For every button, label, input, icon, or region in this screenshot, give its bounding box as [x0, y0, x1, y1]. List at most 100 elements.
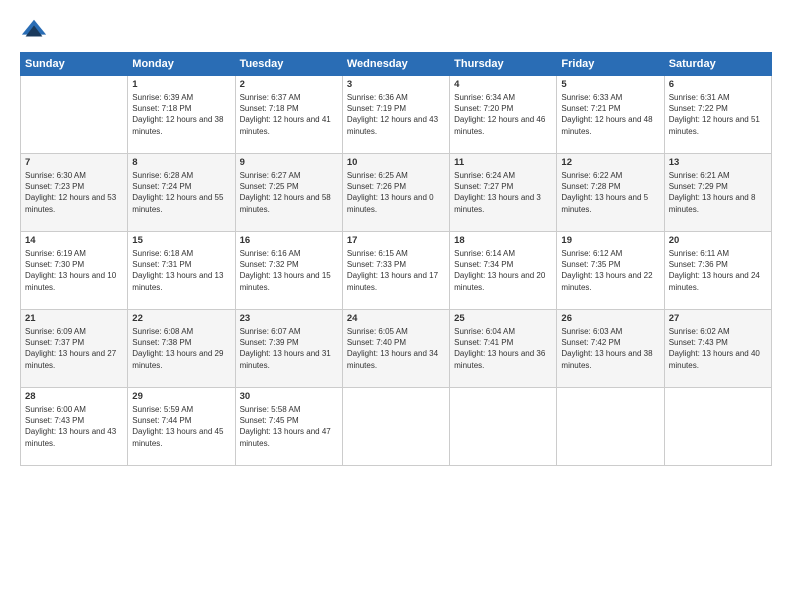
day-number: 5 [561, 79, 659, 90]
calendar-cell: 4 Sunrise: 6:34 AMSunset: 7:20 PMDaylight… [450, 76, 557, 154]
day-info: Sunrise: 6:37 AMSunset: 7:18 PMDaylight:… [240, 92, 338, 137]
day-info: Sunrise: 6:24 AMSunset: 7:27 PMDaylight:… [454, 170, 552, 215]
day-number: 21 [25, 313, 123, 324]
calendar-week-row-4: 21 Sunrise: 6:09 AMSunset: 7:37 PMDayligh… [21, 310, 772, 388]
calendar-cell: 3 Sunrise: 6:36 AMSunset: 7:19 PMDaylight… [342, 76, 449, 154]
calendar-week-row-2: 7 Sunrise: 6:30 AMSunset: 7:23 PMDaylight… [21, 154, 772, 232]
day-number: 28 [25, 391, 123, 402]
day-info: Sunrise: 6:30 AMSunset: 7:23 PMDaylight:… [25, 170, 123, 215]
day-number: 11 [454, 157, 552, 168]
page: Sunday Monday Tuesday Wednesday Thursday… [0, 0, 792, 612]
calendar-cell: 1 Sunrise: 6:39 AMSunset: 7:18 PMDaylight… [128, 76, 235, 154]
day-number: 8 [132, 157, 230, 168]
logo [20, 16, 52, 44]
header-wednesday: Wednesday [342, 53, 449, 76]
day-number: 25 [454, 313, 552, 324]
day-number: 29 [132, 391, 230, 402]
calendar-cell: 20 Sunrise: 6:11 AMSunset: 7:36 PMDayligh… [664, 232, 771, 310]
calendar-cell: 14Sunrise: 6:19 AMSunset: 7:30 PMDayligh… [21, 232, 128, 310]
calendar-cell: 23 Sunrise: 6:07 AMSunset: 7:39 PMDayligh… [235, 310, 342, 388]
day-number: 6 [669, 79, 767, 90]
day-number: 23 [240, 313, 338, 324]
calendar-cell: 28 Sunrise: 6:00 AMSunset: 7:43 PMDayligh… [21, 388, 128, 466]
day-info: Sunrise: 6:05 AMSunset: 7:40 PMDaylight:… [347, 326, 445, 371]
day-number: 18 [454, 235, 552, 246]
calendar-cell: 27Sunrise: 6:02 AMSunset: 7:43 PMDayligh… [664, 310, 771, 388]
day-number: 15 [132, 235, 230, 246]
day-info: Sunrise: 6:15 AMSunset: 7:33 PMDaylight:… [347, 248, 445, 293]
day-info: Sunrise: 6:03 AMSunset: 7:42 PMDaylight:… [561, 326, 659, 371]
header-sunday: Sunday [21, 53, 128, 76]
day-info: Sunrise: 6:27 AMSunset: 7:25 PMDaylight:… [240, 170, 338, 215]
day-info: Sunrise: 6:04 AMSunset: 7:41 PMDaylight:… [454, 326, 552, 371]
day-info: Sunrise: 5:58 AMSunset: 7:45 PMDaylight:… [240, 404, 338, 449]
calendar-cell [450, 388, 557, 466]
calendar-cell [664, 388, 771, 466]
calendar-table: Sunday Monday Tuesday Wednesday Thursday… [20, 52, 772, 466]
header-friday: Friday [557, 53, 664, 76]
calendar-cell: 17 Sunrise: 6:15 AMSunset: 7:33 PMDayligh… [342, 232, 449, 310]
day-number: 7 [25, 157, 123, 168]
day-info: Sunrise: 6:36 AMSunset: 7:19 PMDaylight:… [347, 92, 445, 137]
day-info: Sunrise: 6:31 AMSunset: 7:22 PMDaylight:… [669, 92, 767, 137]
day-info: Sunrise: 6:22 AMSunset: 7:28 PMDaylight:… [561, 170, 659, 215]
day-number: 17 [347, 235, 445, 246]
day-info: Sunrise: 6:19 AMSunset: 7:30 PMDaylight:… [25, 248, 123, 293]
calendar-cell: 13Sunrise: 6:21 AMSunset: 7:29 PMDayligh… [664, 154, 771, 232]
calendar-cell: 7 Sunrise: 6:30 AMSunset: 7:23 PMDaylight… [21, 154, 128, 232]
day-info: Sunrise: 6:33 AMSunset: 7:21 PMDaylight:… [561, 92, 659, 137]
header-thursday: Thursday [450, 53, 557, 76]
calendar-cell: 29Sunrise: 5:59 AMSunset: 7:44 PMDayligh… [128, 388, 235, 466]
day-info: Sunrise: 6:18 AMSunset: 7:31 PMDaylight:… [132, 248, 230, 293]
day-info: Sunrise: 6:07 AMSunset: 7:39 PMDaylight:… [240, 326, 338, 371]
day-info: Sunrise: 6:34 AMSunset: 7:20 PMDaylight:… [454, 92, 552, 137]
header-tuesday: Tuesday [235, 53, 342, 76]
calendar-cell: 15 Sunrise: 6:18 AMSunset: 7:31 PMDayligh… [128, 232, 235, 310]
header-monday: Monday [128, 53, 235, 76]
header-saturday: Saturday [664, 53, 771, 76]
calendar-cell: 10 Sunrise: 6:25 AMSunset: 7:26 PMDayligh… [342, 154, 449, 232]
day-number: 9 [240, 157, 338, 168]
calendar-week-row-5: 28 Sunrise: 6:00 AMSunset: 7:43 PMDayligh… [21, 388, 772, 466]
calendar-cell: 8Sunrise: 6:28 AMSunset: 7:24 PMDaylight… [128, 154, 235, 232]
calendar-body: 1 Sunrise: 6:39 AMSunset: 7:18 PMDaylight… [21, 76, 772, 466]
calendar-cell: 22 Sunrise: 6:08 AMSunset: 7:38 PMDayligh… [128, 310, 235, 388]
calendar-cell: 24 Sunrise: 6:05 AMSunset: 7:40 PMDayligh… [342, 310, 449, 388]
day-info: Sunrise: 6:39 AMSunset: 7:18 PMDaylight:… [132, 92, 230, 137]
calendar-cell: 21 Sunrise: 6:09 AMSunset: 7:37 PMDayligh… [21, 310, 128, 388]
calendar-cell: 6 Sunrise: 6:31 AMSunset: 7:22 PMDaylight… [664, 76, 771, 154]
day-number: 19 [561, 235, 659, 246]
day-number: 10 [347, 157, 445, 168]
day-number: 4 [454, 79, 552, 90]
calendar-cell: 16 Sunrise: 6:16 AMSunset: 7:32 PMDayligh… [235, 232, 342, 310]
day-number: 24 [347, 313, 445, 324]
day-info: Sunrise: 6:09 AMSunset: 7:37 PMDaylight:… [25, 326, 123, 371]
day-number: 26 [561, 313, 659, 324]
day-info: Sunrise: 6:12 AMSunset: 7:35 PMDaylight:… [561, 248, 659, 293]
day-number: 22 [132, 313, 230, 324]
calendar-cell: 25 Sunrise: 6:04 AMSunset: 7:41 PMDayligh… [450, 310, 557, 388]
day-number: 1 [132, 79, 230, 90]
calendar-cell [557, 388, 664, 466]
day-info: Sunrise: 6:08 AMSunset: 7:38 PMDaylight:… [132, 326, 230, 371]
calendar-cell [342, 388, 449, 466]
day-info: Sunrise: 6:02 AMSunset: 7:43 PMDaylight:… [669, 326, 767, 371]
day-number: 12 [561, 157, 659, 168]
day-info: Sunrise: 6:11 AMSunset: 7:36 PMDaylight:… [669, 248, 767, 293]
day-info: Sunrise: 6:00 AMSunset: 7:43 PMDaylight:… [25, 404, 123, 449]
day-number: 20 [669, 235, 767, 246]
calendar-cell: 12 Sunrise: 6:22 AMSunset: 7:28 PMDayligh… [557, 154, 664, 232]
calendar-cell: 30Sunrise: 5:58 AMSunset: 7:45 PMDayligh… [235, 388, 342, 466]
day-number: 13 [669, 157, 767, 168]
day-info: Sunrise: 6:25 AMSunset: 7:26 PMDaylight:… [347, 170, 445, 215]
header [20, 16, 772, 44]
calendar-cell: 5 Sunrise: 6:33 AMSunset: 7:21 PMDaylight… [557, 76, 664, 154]
day-info: Sunrise: 6:14 AMSunset: 7:34 PMDaylight:… [454, 248, 552, 293]
calendar-week-row-3: 14Sunrise: 6:19 AMSunset: 7:30 PMDayligh… [21, 232, 772, 310]
day-info: Sunrise: 6:16 AMSunset: 7:32 PMDaylight:… [240, 248, 338, 293]
calendar-cell: 19 Sunrise: 6:12 AMSunset: 7:35 PMDayligh… [557, 232, 664, 310]
day-number: 3 [347, 79, 445, 90]
day-number: 16 [240, 235, 338, 246]
calendar-header: Sunday Monday Tuesday Wednesday Thursday… [21, 53, 772, 76]
calendar-cell: 9 Sunrise: 6:27 AMSunset: 7:25 PMDaylight… [235, 154, 342, 232]
